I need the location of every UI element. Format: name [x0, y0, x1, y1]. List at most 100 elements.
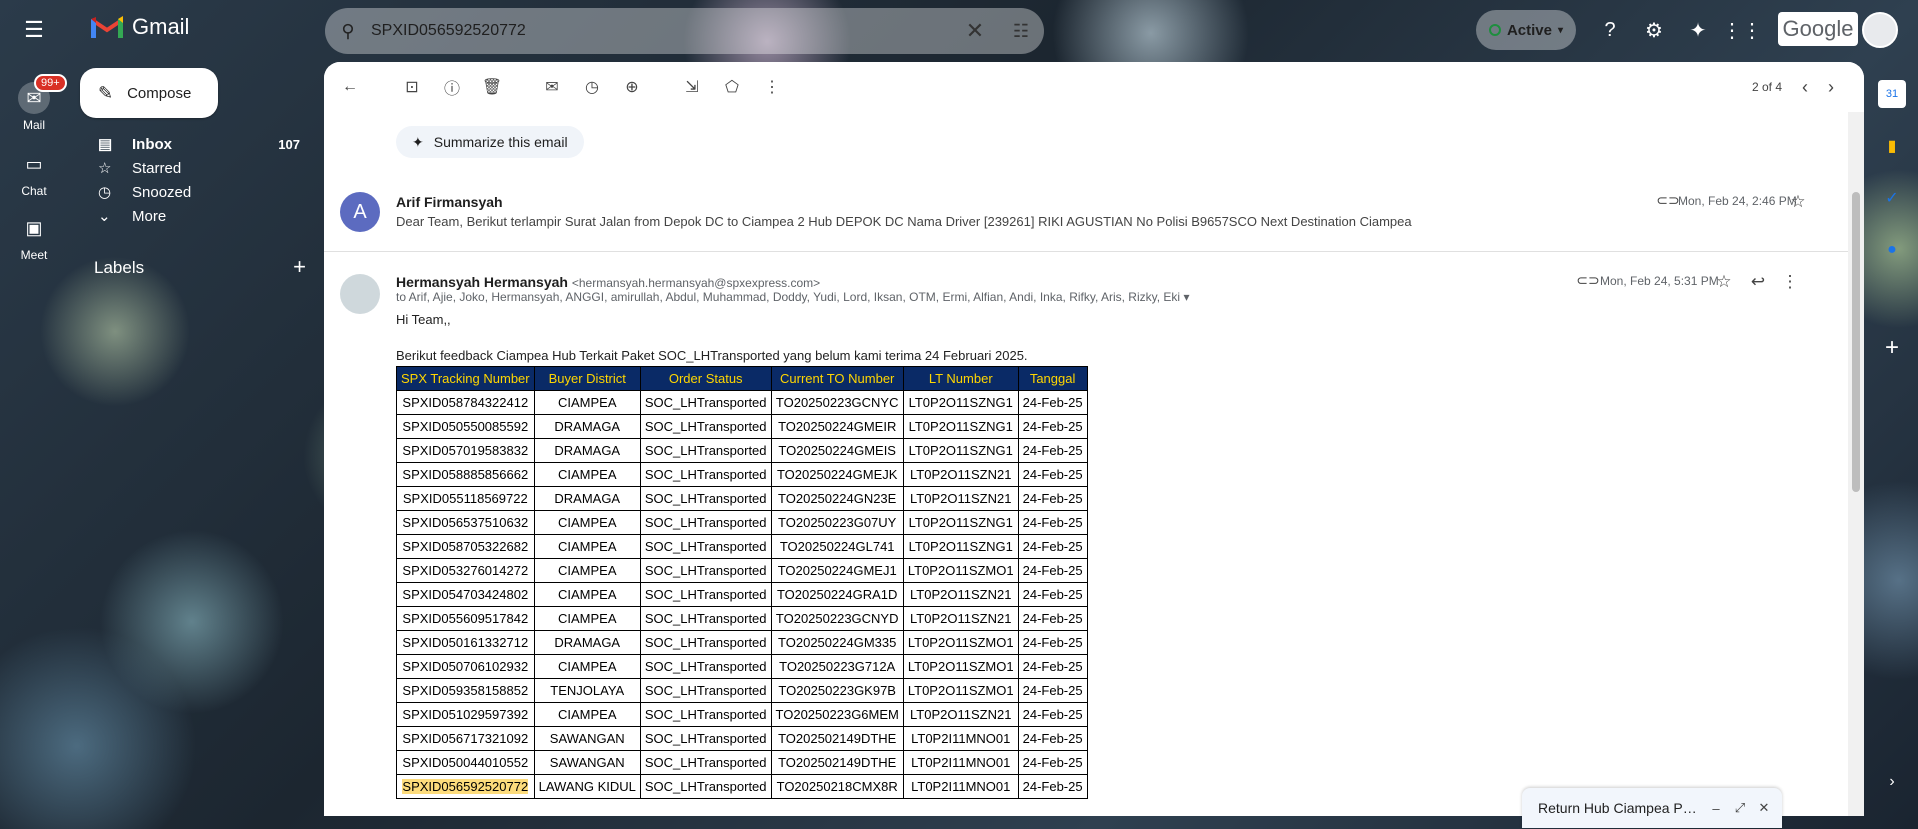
- star-icon[interactable]: ☆: [1710, 268, 1738, 296]
- more-vert-icon[interactable]: ⋮: [1776, 268, 1804, 296]
- search-bar[interactable]: ⚲ SPXID056592520772 ✕ ☷: [325, 8, 1044, 54]
- table-cell: SOC_LHTransported: [639, 654, 772, 679]
- table-cell: TO20250224GMEJ1: [770, 558, 904, 583]
- table-cell: 24-Feb-25: [1017, 582, 1088, 607]
- delete-icon[interactable]: 🗑: [472, 67, 512, 107]
- table-cell: TO20250224GRA1D: [770, 582, 904, 607]
- close-icon[interactable]: ✕: [1756, 800, 1772, 816]
- table-cell: TO20250223GK97B: [770, 678, 904, 703]
- table-cell: TO20250223G6MEM: [770, 702, 904, 727]
- search-input[interactable]: SPXID056592520772: [371, 22, 952, 40]
- table-row: SPXID058885856662 CIAMPEA SOC_LHTransporte…: [396, 462, 1088, 487]
- move-to-icon[interactable]: ⇲: [672, 67, 712, 107]
- summarize-button[interactable]: ✦ Summarize this email: [396, 126, 584, 158]
- recipients[interactable]: to Arif, Ajie, Joko, Hermansyah, ANGGI, …: [396, 290, 1189, 304]
- rail-chat-label: Chat: [21, 184, 47, 198]
- table-cell: 24-Feb-25: [1017, 702, 1088, 727]
- older-chevron-icon[interactable]: ›: [1828, 77, 1834, 98]
- draft-window[interactable]: Return Hub Ciampea Parcel Canc... – ⤢ ✕: [1522, 788, 1782, 828]
- table-cell: LT0P2I11MNO01: [902, 774, 1019, 799]
- scroll-thumb[interactable]: [1852, 192, 1860, 492]
- back-arrow-icon[interactable]: ←: [330, 67, 370, 107]
- chat-icon: ▭: [25, 153, 43, 174]
- search-icon[interactable]: ⚲: [325, 21, 371, 42]
- fullscreen-icon[interactable]: ⤢: [1732, 800, 1748, 816]
- app-rail: ✉ 99+ Mail ▭ Chat ▣ Meet: [0, 60, 68, 829]
- table-cell: SPXID054703424802: [396, 582, 535, 607]
- table-cell: DRAMAGA: [533, 630, 641, 655]
- table-cell: LT0P2O11SZNG1: [902, 390, 1019, 415]
- add-addon-icon[interactable]: +: [1878, 334, 1906, 362]
- draft-title[interactable]: Return Hub Ciampea Parcel Canc...: [1538, 800, 1700, 816]
- account-avatar[interactable]: [1862, 12, 1898, 48]
- table-cell: LT0P2O11SZN21: [902, 462, 1019, 487]
- nav-item-starred[interactable]: ☆ Starred: [80, 156, 308, 180]
- table-cell: SPXID055609517842: [396, 606, 535, 631]
- table-header-row: SPX Tracking Number Buyer District Order S…: [396, 366, 1088, 391]
- report-spam-icon[interactable]: ⓘ: [432, 67, 472, 107]
- table-cell: SOC_LHTransported: [639, 462, 772, 487]
- rail-chat[interactable]: ▭ Chat: [0, 148, 68, 199]
- star-icon[interactable]: ☆: [1784, 188, 1812, 216]
- scrollbar[interactable]: [1848, 112, 1864, 816]
- table-cell: 24-Feb-25: [1017, 774, 1088, 799]
- add-label-icon[interactable]: +: [293, 254, 306, 280]
- nav-item-inbox[interactable]: ▤ Inbox 107: [80, 132, 308, 156]
- table-cell: TO20250224GN23E: [770, 486, 904, 511]
- table-cell: CIAMPEA: [533, 654, 641, 679]
- google-account-logo[interactable]: Google: [1778, 12, 1858, 46]
- add-task-icon[interactable]: ⊕: [612, 67, 652, 107]
- nav-item-more[interactable]: ⌄ More: [80, 204, 308, 228]
- table-cell: TO20250223GCNYC: [770, 390, 904, 415]
- reply-icon[interactable]: ↩: [1744, 268, 1772, 296]
- label-icon[interactable]: ⬠: [712, 67, 752, 107]
- compose-button[interactable]: ✎ Compose: [80, 68, 218, 118]
- clear-search-icon[interactable]: ✕: [952, 18, 998, 44]
- table-cell: SPXID056717321092: [396, 726, 535, 751]
- inbox-count: 107: [278, 136, 300, 152]
- minimize-icon[interactable]: –: [1708, 801, 1724, 816]
- apps-grid-icon[interactable]: ⋮⋮: [1722, 14, 1762, 46]
- tasks-icon[interactable]: ✓: [1878, 184, 1906, 212]
- mark-unread-icon[interactable]: ✉: [532, 67, 572, 107]
- table-cell: SPXID056592520772: [396, 774, 535, 799]
- collapsed-message[interactable]: A Arif Firmansyah Dear Team, Berikut ter…: [324, 172, 1848, 252]
- main-menu-icon[interactable]: ☰: [16, 12, 52, 48]
- newer-chevron-icon[interactable]: ‹: [1802, 77, 1808, 98]
- unread-badge: 99+: [34, 74, 67, 92]
- keep-icon[interactable]: ▮: [1878, 132, 1906, 160]
- table-row: SPXID056717321092 SAWANGAN SOC_LHTransport…: [396, 726, 1088, 751]
- table-cell: TO20250224GMEIS: [770, 438, 904, 463]
- rail-meet[interactable]: ▣ Meet: [0, 212, 68, 263]
- nav-item-snoozed[interactable]: ◷ Snoozed: [80, 180, 308, 204]
- rail-mail[interactable]: ✉ 99+ Mail: [0, 74, 68, 132]
- calendar-icon[interactable]: 31: [1878, 80, 1906, 108]
- settings-gear-icon[interactable]: ⚙: [1638, 14, 1670, 46]
- pager-text: 2 of 4: [1751, 80, 1782, 94]
- meet-icon: ▣: [25, 217, 43, 238]
- nav-label: Inbox: [132, 135, 172, 153]
- help-icon[interactable]: ?: [1594, 14, 1626, 46]
- gmail-logo[interactable]: Gmail: [90, 14, 189, 40]
- archive-icon[interactable]: ⊡: [392, 67, 432, 107]
- table-cell: 24-Feb-25: [1017, 534, 1088, 559]
- nav-label: More: [132, 207, 167, 225]
- table-body: SPXID058784322412 CIAMPEA SOC_LHTransporte…: [396, 390, 1088, 799]
- table-cell: SOC_LHTransported: [639, 750, 772, 775]
- table-cell: LAWANG KIDUL: [533, 774, 641, 799]
- expand-panel-chevron-icon[interactable]: ›: [1878, 768, 1906, 796]
- snooze-icon[interactable]: ◷: [572, 67, 612, 107]
- search-options-icon[interactable]: ☷: [998, 21, 1044, 42]
- table-row: SPXID057019583832 DRAMAGA SOC_LHTransporte…: [396, 438, 1088, 463]
- more-vert-icon[interactable]: ⋮: [752, 67, 792, 107]
- status-selector[interactable]: Active ▾: [1476, 10, 1576, 50]
- gemini-sparkle-icon[interactable]: ✦: [1682, 14, 1714, 46]
- table-cell: SOC_LHTransported: [639, 678, 772, 703]
- folder-nav: ▤ Inbox 107 ☆ Starred ◷ Snoozed ⌄ More: [80, 132, 308, 228]
- expand-recipients-icon[interactable]: ▾: [1183, 290, 1189, 304]
- contacts-icon[interactable]: ●: [1878, 236, 1906, 264]
- table-cell: SOC_LHTransported: [639, 438, 772, 463]
- table-cell: DRAMAGA: [533, 414, 641, 439]
- table-cell: LT0P2O11SZNG1: [902, 534, 1019, 559]
- table-cell: TENJOLAYA: [533, 678, 641, 703]
